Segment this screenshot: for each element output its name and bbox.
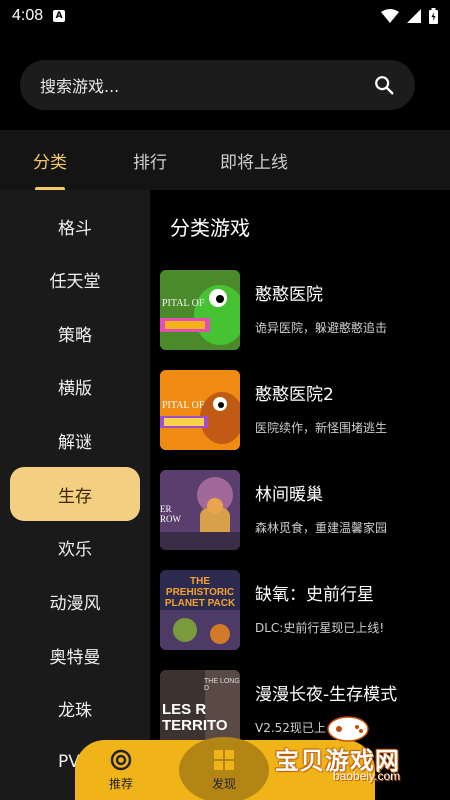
- nav-discover-label: 发现: [211, 776, 236, 791]
- thumbnail-caption: ER ROW: [160, 504, 181, 524]
- game-thumbnail: PITAL OF: [160, 270, 240, 350]
- game-info: 缺氧：史前行星 DLC:史前行星现已上线!: [255, 570, 384, 652]
- game-thumbnail: ER ROW: [160, 470, 240, 550]
- sidebar-item-dragonball[interactable]: 龙珠: [10, 681, 140, 735]
- nav-discover[interactable]: 发现: [179, 737, 269, 800]
- status-time: 4:08: [12, 7, 44, 24]
- tab-upcoming[interactable]: 即将上线: [220, 148, 288, 173]
- wifi-icon: [381, 9, 399, 23]
- tab-ranking[interactable]: 排行: [133, 148, 167, 173]
- game-list-panel: 分类游戏 PITAL OF 憨憨医院 诡异医院，躲避憨憨追击 PITAL OF …: [150, 190, 450, 800]
- tab-category[interactable]: 分类: [33, 148, 67, 191]
- game-name: 缺氧：史前行星: [255, 585, 374, 605]
- game-description: 诡异医院，躲避憨憨追击: [255, 321, 388, 335]
- game-item[interactable]: PITAL OF 憨憨医院2 医院续作，新怪围堵逃生: [160, 370, 450, 452]
- game-item[interactable]: THE PREHISTORIC PLANET PACK 缺氧：史前行星 DLC:…: [160, 570, 450, 652]
- sidebar-item-side-scroller[interactable]: 横版: [10, 359, 140, 413]
- signal-icon: [407, 9, 421, 23]
- thumbnail-caption: PITAL OF: [162, 298, 205, 309]
- thumbnail-caption: PITAL OF: [162, 400, 205, 411]
- green-creature-thumbnail: [160, 270, 240, 350]
- sidebar-item-fighting[interactable]: 格斗: [10, 199, 140, 253]
- app-notification-icon: A: [53, 10, 66, 22]
- grid-icon: [214, 749, 234, 770]
- status-bar: 4:08 A: [0, 0, 450, 32]
- game-description: DLC:史前行星现已上线!: [255, 621, 385, 635]
- thumbnail-subcaption: THE LONG D: [204, 678, 240, 692]
- sidebar-item-fun[interactable]: 欢乐: [10, 520, 140, 574]
- game-info: 林间暖巢 森林觅食，重建温馨家园: [255, 470, 387, 552]
- sidebar-item-anime[interactable]: 动漫风: [10, 574, 140, 628]
- bottom-navigation: 推荐 发现: [75, 737, 375, 800]
- game-thumbnail: THE PREHISTORIC PLANET PACK: [160, 570, 240, 650]
- sidebar-item-nintendo[interactable]: 任天堂: [10, 252, 140, 306]
- game-description: 森林觅食，重建温馨家园: [255, 521, 388, 535]
- search-bar[interactable]: 搜索游戏...: [20, 60, 415, 110]
- game-description: 医院续作，新怪围堵逃生: [255, 421, 388, 435]
- search-input[interactable]: 搜索游戏...: [40, 73, 119, 97]
- sidebar-item-ultraman[interactable]: 奥特曼: [10, 628, 140, 682]
- category-tabs: 分类 排行 即将上线: [0, 130, 450, 191]
- thumbnail-caption: LES R TERRITO: [162, 701, 228, 734]
- sidebar-item-puzzle[interactable]: 解谜: [10, 413, 140, 467]
- game-name: 憨憨医院: [255, 285, 323, 305]
- game-item[interactable]: PITAL OF 憨憨医院 诡异医院，躲避憨憨追击: [160, 270, 450, 352]
- category-sidebar: 格斗 任天堂 策略 横版 解谜 生存 欢乐 动漫风 奥特曼 龙珠 PV: [0, 190, 150, 800]
- tab-category-label: 分类: [33, 152, 67, 173]
- nav-recommend-label: 推荐: [108, 776, 133, 791]
- tab-ranking-label: 排行: [133, 152, 167, 173]
- target-icon: [110, 749, 132, 770]
- game-item[interactable]: ER ROW 林间暖巢 森林觅食，重建温馨家园: [160, 470, 450, 552]
- game-info: 憨憨医院 诡异医院，躲避憨憨追击: [255, 270, 387, 352]
- sidebar-item-survival[interactable]: 生存: [10, 467, 140, 521]
- nav-recommend[interactable]: 推荐: [93, 740, 149, 800]
- game-description: V2.52现已上: [255, 721, 326, 735]
- game-name: 林间暖巢: [255, 485, 323, 505]
- game-info: 憨憨医院2 医院续作，新怪围堵逃生: [255, 370, 387, 452]
- game-name: 憨憨医院2: [255, 385, 334, 405]
- sidebar-item-strategy[interactable]: 策略: [10, 306, 140, 360]
- game-thumbnail: PITAL OF: [160, 370, 240, 450]
- game-name: 漫漫长夜-生存模式: [255, 685, 398, 705]
- battery-icon: [429, 8, 438, 24]
- tab-upcoming-label: 即将上线: [220, 152, 288, 173]
- thumbnail-caption: THE PREHISTORIC PLANET PACK: [164, 576, 236, 609]
- section-title: 分类游戏: [170, 216, 250, 240]
- status-icons: [381, 8, 438, 24]
- search-icon[interactable]: [373, 74, 395, 96]
